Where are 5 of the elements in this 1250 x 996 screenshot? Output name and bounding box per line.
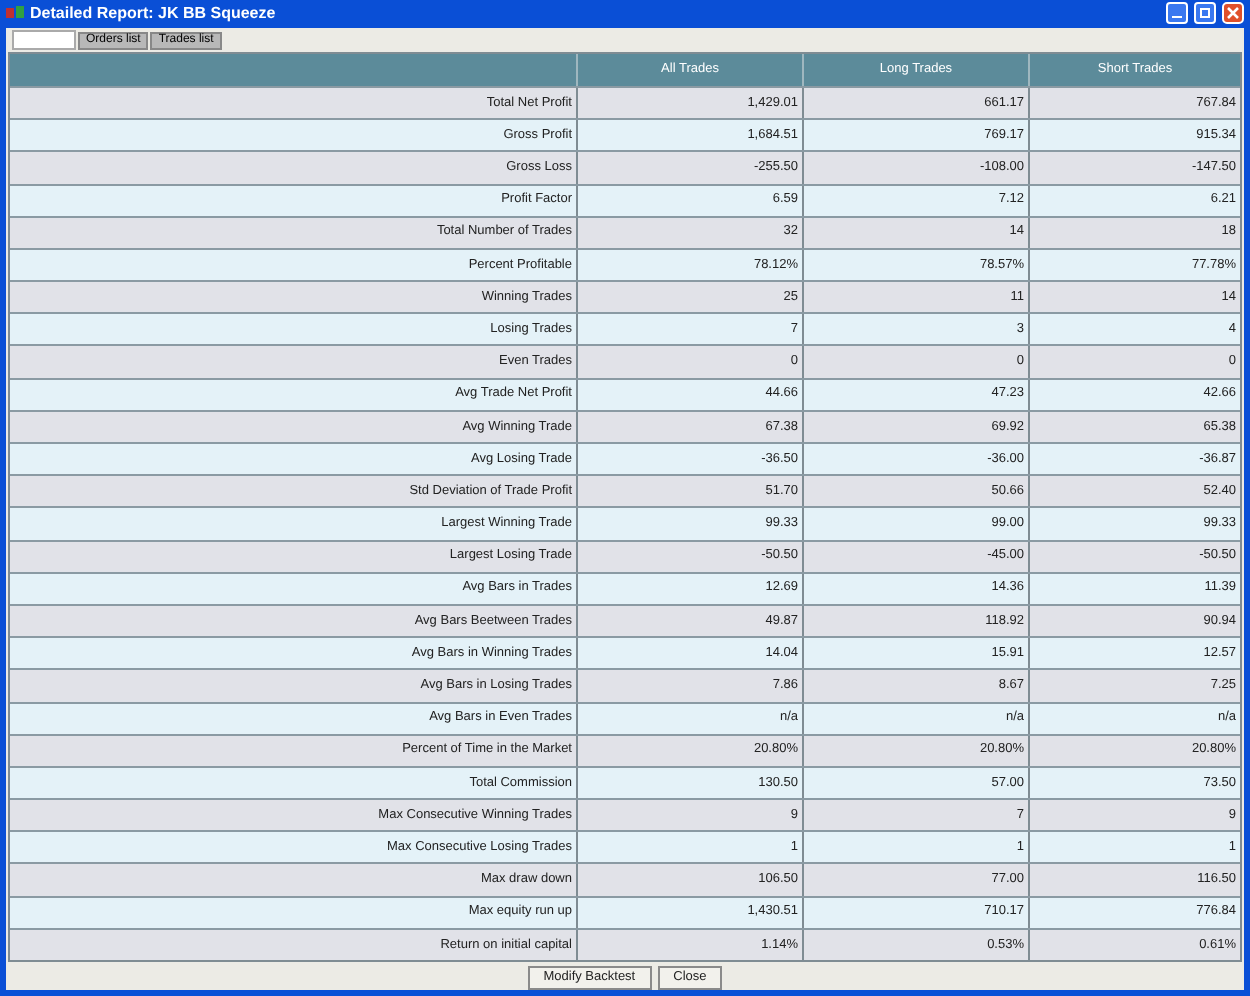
close-icon[interactable] (1222, 2, 1244, 25)
minimize-button[interactable] (1166, 2, 1188, 25)
maximize-button[interactable] (1194, 2, 1216, 25)
window-title: Detailed Report: JK BB Squeeze (30, 1, 278, 26)
app-icon (6, 4, 24, 23)
